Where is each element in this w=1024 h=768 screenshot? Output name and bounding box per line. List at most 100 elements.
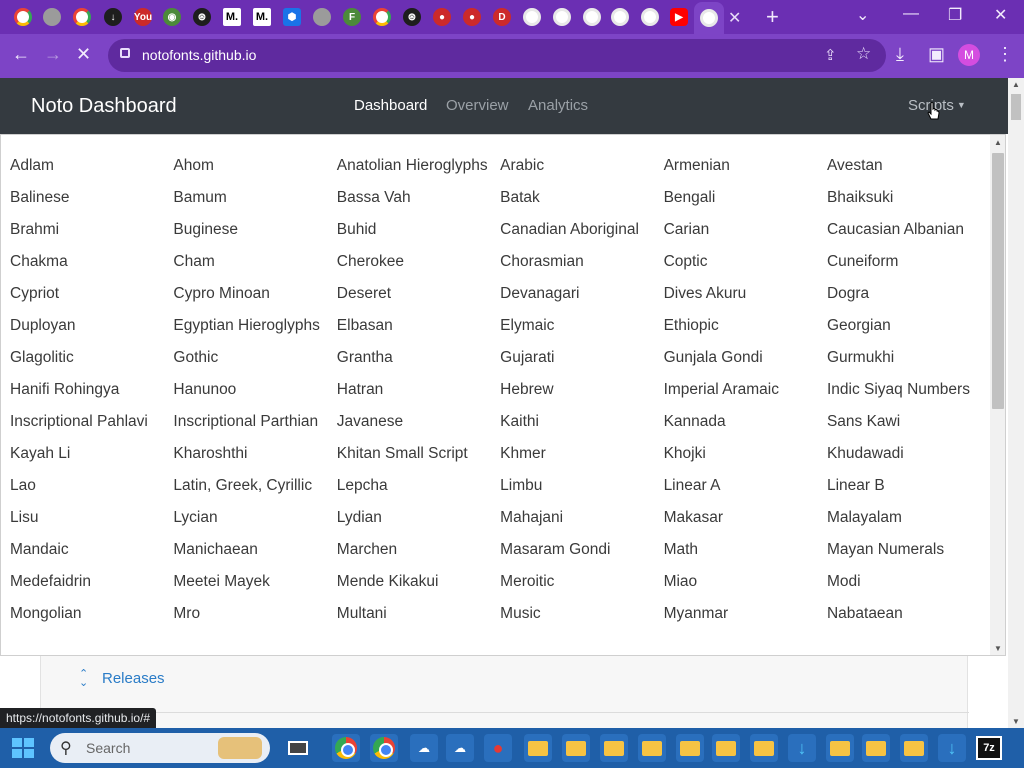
script-item[interactable]: Latin, Greek, Cyrillic xyxy=(173,474,336,498)
folder-icon-5[interactable] xyxy=(712,734,740,762)
folder-icon-4[interactable] xyxy=(676,734,704,762)
menu-kebab-icon[interactable]: ⋮ xyxy=(996,44,1014,65)
script-item[interactable]: Bhaiksuki xyxy=(827,186,982,210)
browser-tab[interactable]: ⬢ xyxy=(281,6,303,28)
script-item[interactable]: Dives Akuru xyxy=(664,282,827,306)
script-item[interactable]: Javanese xyxy=(337,410,500,434)
script-item[interactable]: Bengali xyxy=(664,186,827,210)
script-item[interactable]: Meroitic xyxy=(500,570,663,594)
script-item[interactable]: Egyptian Hieroglyphs xyxy=(173,314,336,338)
script-item[interactable]: Hanifi Rohingya xyxy=(10,378,173,402)
script-item[interactable]: Armenian xyxy=(664,154,827,178)
script-item[interactable]: Georgian xyxy=(827,314,982,338)
releases-link[interactable]: Releases xyxy=(102,670,165,687)
script-item[interactable]: Mende Kikakui xyxy=(337,570,500,594)
back-arrow-icon[interactable]: ← xyxy=(12,44,30,65)
share-icon[interactable]: ⇪ xyxy=(824,46,837,64)
script-item[interactable]: Glagolitic xyxy=(10,346,173,370)
browser-tab[interactable]: M. xyxy=(251,6,273,28)
script-item[interactable]: Ethiopic xyxy=(664,314,827,338)
script-item[interactable]: Gothic xyxy=(173,346,336,370)
browser-tab[interactable]: ↓ xyxy=(102,6,124,28)
script-item[interactable]: Bassa Vah xyxy=(337,186,500,210)
script-item[interactable]: Hanunoo xyxy=(173,378,336,402)
browser-tab[interactable] xyxy=(639,6,661,28)
browser-tab[interactable] xyxy=(694,2,724,34)
script-item[interactable]: Kannada xyxy=(664,410,827,434)
forward-arrow-icon[interactable]: → xyxy=(44,44,62,65)
folder-icon-8[interactable] xyxy=(862,734,890,762)
dropdown-scrollbar-thumb[interactable] xyxy=(992,153,1004,409)
script-item[interactable]: Buginese xyxy=(173,218,336,242)
script-item[interactable]: Duployan xyxy=(10,314,173,338)
script-item[interactable]: Khitan Small Script xyxy=(337,442,500,466)
script-item[interactable]: Arabic xyxy=(500,154,663,178)
restore-button[interactable]: ❐ xyxy=(948,5,962,25)
chrome-taskbar-icon[interactable] xyxy=(332,734,360,762)
downloads-icon[interactable]: ⤓ xyxy=(896,44,904,65)
folder-icon-7[interactable] xyxy=(826,734,854,762)
script-item[interactable]: Myanmar xyxy=(664,602,827,626)
script-item[interactable]: Miao xyxy=(664,570,827,594)
browser-tab[interactable]: M. xyxy=(221,6,243,28)
taskbar-search-box[interactable]: ⚲ Search xyxy=(50,733,270,763)
browser-tab[interactable]: ⊛ xyxy=(191,6,213,28)
script-item[interactable]: Manichaean xyxy=(173,538,336,562)
browser-tab[interactable]: G xyxy=(371,6,393,28)
address-bar[interactable]: notofonts.github.io ⇪ ☆ xyxy=(108,39,886,72)
script-item[interactable]: Modi xyxy=(827,570,982,594)
script-item[interactable]: Sans Kawi xyxy=(827,410,982,434)
url-text[interactable]: notofonts.github.io xyxy=(142,47,256,63)
script-item[interactable]: Imperial Aramaic xyxy=(664,378,827,402)
script-item[interactable]: Carian xyxy=(664,218,827,242)
script-item[interactable]: Brahmi xyxy=(10,218,173,242)
script-item[interactable]: Lycian xyxy=(173,506,336,530)
script-item[interactable]: Inscriptional Pahlavi xyxy=(10,410,173,434)
expand-collapse-icon[interactable]: ⌃ ⌄ xyxy=(79,669,88,689)
page-scrollbar-thumb[interactable] xyxy=(1011,94,1021,120)
script-item[interactable]: Kharoshthi xyxy=(173,442,336,466)
script-item[interactable]: Ahom xyxy=(173,154,336,178)
bookmark-star-icon[interactable]: ☆ xyxy=(856,44,871,64)
script-item[interactable]: Linear B xyxy=(827,474,982,498)
script-item[interactable]: Lisu xyxy=(10,506,173,530)
browser-tab[interactable]: ● xyxy=(431,6,453,28)
downloads-folder-icon-2[interactable]: ↓ xyxy=(938,734,966,762)
script-item[interactable]: Cham xyxy=(173,250,336,274)
script-item[interactable]: Avestan xyxy=(827,154,982,178)
nav-link-dashboard[interactable]: Dashboard xyxy=(354,97,427,114)
script-item[interactable]: Khmer xyxy=(500,442,663,466)
nav-link-overview[interactable]: Overview xyxy=(446,97,509,114)
scroll-down-icon[interactable]: ▼ xyxy=(1012,717,1020,726)
script-item[interactable]: Khudawadi xyxy=(827,442,982,466)
script-item[interactable]: Elbasan xyxy=(337,314,500,338)
script-item[interactable]: Masaram Gondi xyxy=(500,538,663,562)
browser-tab[interactable]: ● xyxy=(461,6,483,28)
stop-loading-icon[interactable]: ✕ xyxy=(76,44,91,65)
script-item[interactable]: Kayah Li xyxy=(10,442,173,466)
folder-icon[interactable] xyxy=(562,734,590,762)
script-item[interactable]: Linear A xyxy=(664,474,827,498)
script-item[interactable]: Balinese xyxy=(10,186,173,210)
script-item[interactable]: Canadian Aboriginal xyxy=(500,218,663,242)
tab-search-icon[interactable]: ⌄ xyxy=(856,5,869,25)
script-item[interactable]: Multani xyxy=(337,602,500,626)
script-item[interactable]: Buhid xyxy=(337,218,500,242)
script-item[interactable]: Elymaic xyxy=(500,314,663,338)
map-pin-icon[interactable]: ● xyxy=(484,734,512,762)
task-view-icon[interactable] xyxy=(284,734,312,762)
script-item[interactable]: Cypro Minoan xyxy=(173,282,336,306)
script-item[interactable]: Grantha xyxy=(337,346,500,370)
browser-tab[interactable]: F xyxy=(341,6,363,28)
browser-tab[interactable]: G xyxy=(71,6,93,28)
script-item[interactable]: Coptic xyxy=(664,250,827,274)
browser-tab[interactable] xyxy=(609,6,631,28)
browser-tab[interactable]: G xyxy=(12,6,34,28)
close-tab-icon[interactable]: ✕ xyxy=(728,8,741,28)
cloud-app-icon[interactable]: ☁ xyxy=(410,734,438,762)
dropdown-scroll-up-icon[interactable]: ▲ xyxy=(994,138,1002,147)
script-item[interactable]: Music xyxy=(500,602,663,626)
folder-icon-2[interactable] xyxy=(600,734,628,762)
script-item[interactable]: Limbu xyxy=(500,474,663,498)
script-item[interactable]: Cypriot xyxy=(10,282,173,306)
